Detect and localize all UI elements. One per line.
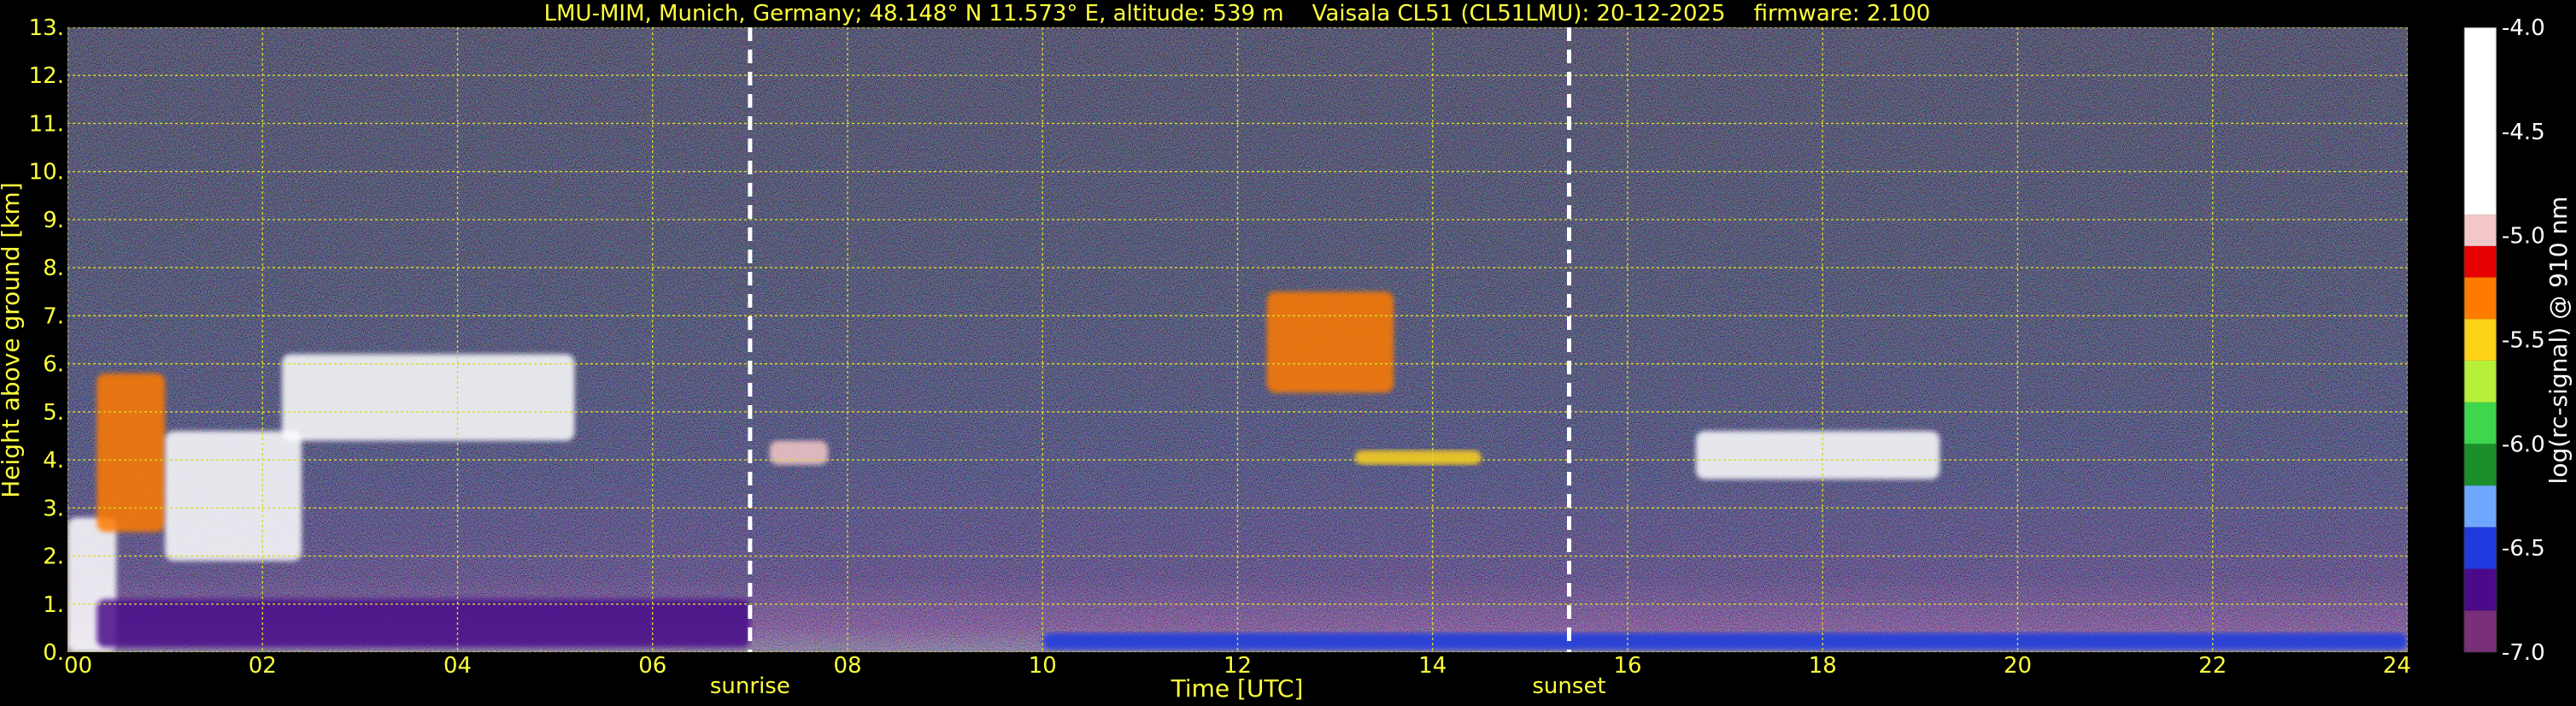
colorbar-swatches: [2464, 27, 2497, 652]
x-tick-label: 08: [833, 653, 861, 679]
y-tick-label: 6.: [43, 352, 64, 378]
colorbar-swatch: [2464, 360, 2497, 403]
y-tick-label: 0.: [43, 640, 64, 666]
colorbar-label: log(rc-signal) @ 910 nm: [2544, 197, 2573, 485]
colorbar-swatch: [2464, 27, 2497, 215]
colorbar-tick-labels: -4.0 -4.5 -5.0 -5.5 -6.0 -6.5 -7.0: [2502, 15, 2545, 666]
colorbar-swatch: [2464, 245, 2497, 278]
y-tick-label: 13.: [29, 15, 64, 41]
colorbar-swatch: [2464, 527, 2497, 569]
colorbar-swatch: [2464, 277, 2497, 320]
colorbar-swatch: [2464, 610, 2497, 652]
x-tick-label: 14: [1418, 653, 1446, 679]
colorbar-swatch: [2464, 444, 2497, 486]
colorbar-tick-label: -4.0: [2502, 15, 2545, 41]
feature-3: [282, 354, 575, 441]
x-tick-label: 24: [2383, 653, 2411, 679]
y-tick-label: 5.: [43, 400, 64, 426]
feature-6: [1266, 291, 1394, 393]
x-tick-label: 18: [1809, 653, 1837, 679]
y-tick-label: 2.: [43, 544, 64, 570]
y-axis-label: Height above ground [km]: [0, 182, 25, 498]
x-tick-label: 02: [249, 653, 277, 679]
colorbar-swatch: [2464, 402, 2497, 444]
x-tick-label: 20: [2004, 653, 2032, 679]
x-tick-label: 00: [64, 653, 92, 679]
x-tick-label: 16: [1613, 653, 1641, 679]
chart-title: LMU-MIM, Munich, Germany; 48.148° N 11.5…: [544, 1, 1931, 26]
x-axis-label: Time [UTC]: [1171, 674, 1304, 703]
feature-7: [1354, 450, 1482, 465]
colorbar-swatch: [2464, 319, 2497, 361]
y-tick-label: 4.: [43, 448, 64, 474]
sunset-label: sunset: [1532, 674, 1605, 699]
y-tick-label: 12.: [29, 63, 64, 89]
plot-area: [67, 27, 2408, 652]
colorbar-swatch: [2464, 568, 2497, 611]
colorbar-tick-label: -7.0: [2502, 640, 2545, 666]
x-tick-label: 22: [2198, 653, 2227, 679]
y-tick-label: 8.: [43, 256, 64, 281]
colorbar-tick-label: -6.5: [2502, 536, 2545, 562]
colorbar-tick-label: -6.0: [2502, 432, 2545, 457]
y-tick-label: 11.: [29, 111, 64, 137]
y-tick-label: 1.: [43, 592, 64, 618]
colorbar-swatch: [2464, 485, 2497, 527]
feature-2: [165, 431, 302, 562]
y-tick-label: 10.: [29, 160, 64, 185]
y-tick-labels: 0. 1. 2. 3. 4. 5. 6. 7. 8. 9. 10. 11. 12. 13.: [29, 15, 64, 666]
y-tick-label: 9.: [43, 208, 64, 233]
y-tick-label: 3.: [43, 496, 64, 521]
x-tick-label: 04: [443, 653, 472, 679]
y-tick-label: 7.: [43, 303, 64, 329]
ceilometer-chart: 0. 1. 2. 3. 4. 5. 6. 7. 8. 9. 10. 11. 12. 13. 00 02 04 0…: [0, 1, 2573, 703]
feature-5: [769, 440, 829, 465]
colorbar: -4.0 -4.5 -5.0 -5.5 -6.0 -6.5 -7.0 log(rc-sign…: [2463, 15, 2573, 666]
colorbar-tick-label: -4.5: [2502, 120, 2545, 145]
feature-8: [1695, 431, 1940, 479]
x-tick-label: 10: [1029, 653, 1057, 679]
feature-9: [1042, 632, 2408, 650]
colorbar-tick-label: -5.0: [2502, 224, 2545, 250]
x-tick-label: 06: [638, 653, 666, 679]
colorbar-swatch: [2464, 215, 2497, 246]
colorbar-tick-label: -5.5: [2502, 328, 2545, 354]
sunrise-label: sunrise: [710, 674, 790, 699]
